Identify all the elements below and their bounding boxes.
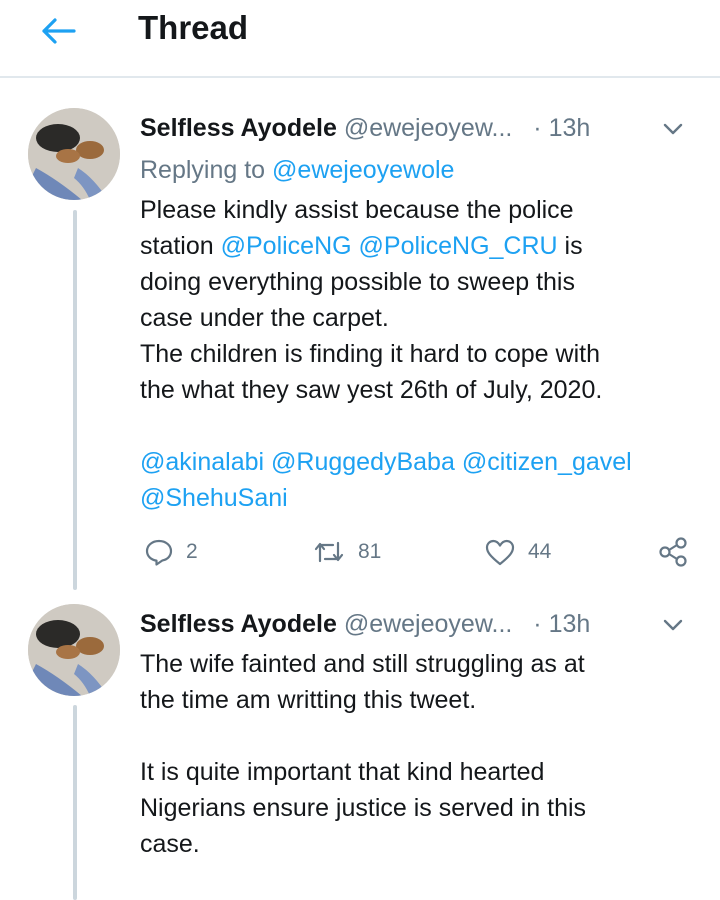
arrow-left-icon <box>42 18 76 44</box>
avatar[interactable] <box>28 108 120 200</box>
text-line: the time am writting this tweet. <box>140 686 477 714</box>
mention-link[interactable]: @akinalabi <box>140 448 264 476</box>
thread-connector-line <box>73 210 77 590</box>
tweet-header: Selfless Ayodele @ewejeoyew... · 13h <box>140 110 692 146</box>
text-line: the what they saw yest 26th of July, 202… <box>140 376 603 404</box>
tweet-text: Please kindly assist because the police … <box>140 192 700 516</box>
tweet-menu-button[interactable] <box>660 612 686 638</box>
reply-button[interactable]: 2 <box>144 532 198 572</box>
like-button[interactable]: 44 <box>484 532 551 572</box>
text-line: case. <box>140 830 200 858</box>
avatar[interactable] <box>28 604 120 696</box>
replying-to: Replying to @ewejeoyewole <box>140 152 454 188</box>
text-line: It is quite important that kind hearted <box>140 758 545 786</box>
text-line: The children is finding it hard to cope … <box>140 340 600 368</box>
tweet-text: The wife fainted and still struggling as… <box>140 646 700 862</box>
chevron-down-icon <box>663 619 683 631</box>
author-handle[interactable]: @ewejeoyew... <box>344 114 513 142</box>
text-line: case under the carpet. <box>140 304 389 332</box>
chevron-down-icon <box>663 123 683 135</box>
mention-link[interactable]: @ShehuSani <box>140 484 288 512</box>
author-name[interactable]: Selfless Ayodele <box>140 610 337 638</box>
author-name[interactable]: Selfless Ayodele <box>140 114 337 142</box>
text-line: Nigerians ensure justice is served in th… <box>140 794 587 822</box>
thread-header: Thread <box>0 0 720 78</box>
back-button[interactable] <box>38 14 78 48</box>
tweet-menu-button[interactable] <box>660 116 686 142</box>
text-line: The wife fainted and still struggling as… <box>140 650 585 678</box>
retweet-count: 81 <box>358 540 382 563</box>
share-icon <box>659 537 687 567</box>
replying-to-label: Replying to <box>140 156 266 184</box>
text-fragment: station <box>140 232 221 260</box>
retweet-icon <box>314 541 344 563</box>
tweet-actions: 2 81 44 <box>140 532 700 572</box>
text-line: @akinalabi @RuggedyBaba @citizen_gavel <box>140 444 700 480</box>
share-button[interactable] <box>656 532 690 572</box>
mention-link[interactable]: @PoliceNG <box>221 232 352 260</box>
separator-dot: · <box>533 114 542 142</box>
separator-dot: · <box>533 610 542 638</box>
text-line: station @PoliceNG @PoliceNG_CRU is <box>140 228 700 264</box>
like-count: 44 <box>528 540 552 563</box>
tweet-time[interactable]: 13h <box>549 114 591 142</box>
paragraph-break <box>140 718 700 754</box>
text-line: Please kindly assist because the police <box>140 196 574 224</box>
mention-link[interactable]: @PoliceNG_CRU <box>359 232 558 260</box>
mention-link[interactable]: @citizen_gavel <box>462 448 632 476</box>
thread-connector-line <box>73 705 77 900</box>
retweet-button[interactable]: 81 <box>312 532 381 572</box>
page-title: Thread <box>138 9 249 46</box>
tweet-time[interactable]: 13h <box>549 610 591 638</box>
author-handle[interactable]: @ewejeoyew... <box>344 610 513 638</box>
text-line: doing everything possible to sweep this <box>140 268 575 296</box>
paragraph-break <box>140 408 700 444</box>
tweet-header: Selfless Ayodele @ewejeoyew... · 13h <box>140 606 692 642</box>
text-fragment: is <box>557 232 583 260</box>
replying-to-handle[interactable]: @ewejeoyewole <box>272 156 454 184</box>
text-line: @ShehuSani <box>140 480 700 516</box>
heart-icon <box>485 539 515 566</box>
reply-icon <box>145 539 173 566</box>
mention-link[interactable]: @RuggedyBaba <box>271 448 455 476</box>
reply-count: 2 <box>186 540 198 563</box>
